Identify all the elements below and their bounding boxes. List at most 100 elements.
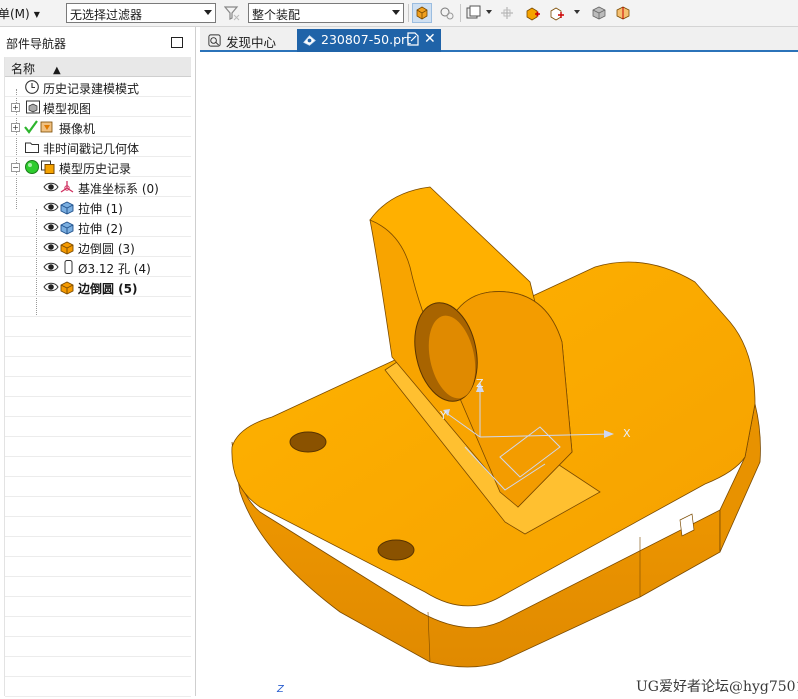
visibility-eye-icon[interactable] bbox=[43, 259, 59, 275]
axis-label-z: Z bbox=[476, 377, 484, 390]
model-views-icon bbox=[25, 99, 41, 115]
empty-tree-row bbox=[5, 377, 191, 397]
selection-filter-dropdown[interactable]: 无选择过滤器 bbox=[66, 3, 216, 23]
select-faces-icon[interactable] bbox=[437, 3, 457, 23]
extrude-icon bbox=[59, 219, 75, 235]
toolbar-separator bbox=[408, 4, 409, 22]
visibility-eye-icon[interactable] bbox=[43, 219, 59, 235]
snap-point-icon[interactable] bbox=[497, 3, 517, 23]
status-green-icon bbox=[24, 159, 40, 175]
tree-row[interactable]: 基准坐标系 (0) bbox=[5, 177, 191, 197]
document-tab-bar: 发现中心 230807-50.prt ✕ bbox=[200, 27, 798, 52]
empty-tree-row bbox=[5, 517, 191, 537]
watermark-text: UG爱好者论坛@hyg7501 bbox=[636, 679, 798, 695]
collapse-toggle[interactable]: − bbox=[11, 163, 20, 172]
empty-tree-row bbox=[5, 577, 191, 597]
mounting-hole bbox=[377, 539, 415, 561]
tree-row[interactable]: 边倒圆 (3) bbox=[5, 237, 191, 257]
empty-tree-row bbox=[5, 637, 191, 657]
graphics-viewport[interactable]: Z Y X Z UG爱好者论坛@hyg7501 bbox=[200, 52, 798, 696]
tree-row-label: 历史记录建模模式 bbox=[43, 82, 140, 96]
folder-icon bbox=[24, 139, 40, 155]
discovery-icon bbox=[207, 33, 222, 48]
select-features-icon[interactable] bbox=[412, 3, 432, 23]
empty-tree-row bbox=[5, 357, 191, 377]
edge-blend-icon bbox=[59, 279, 75, 295]
visibility-eye-icon[interactable] bbox=[43, 199, 59, 215]
tree-row-label: 拉伸 (2) bbox=[78, 222, 123, 236]
selection-filter-value: 无选择过滤器 bbox=[70, 8, 143, 22]
add-body-icon[interactable] bbox=[523, 3, 543, 23]
tree-row-label: 边倒圆 (3) bbox=[78, 242, 135, 256]
sort-ascending-icon[interactable]: ▲ bbox=[53, 65, 61, 76]
axis-label-y: Y bbox=[439, 409, 447, 422]
edge-blend-icon bbox=[59, 239, 75, 255]
empty-tree-row bbox=[5, 477, 191, 497]
tree-row[interactable]: 历史记录建模模式 bbox=[5, 77, 191, 97]
filter-funnel-icon[interactable] bbox=[222, 3, 242, 23]
menu-label: 菜单(M) bbox=[0, 7, 30, 21]
expand-toggle[interactable]: + bbox=[11, 123, 20, 132]
maximize-icon[interactable] bbox=[171, 37, 183, 48]
column-header-label: 名称 bbox=[11, 62, 36, 76]
checkmark-icon[interactable] bbox=[23, 119, 39, 135]
tab-discovery-center[interactable]: 发现中心 bbox=[202, 29, 294, 52]
chevron-down-icon[interactable] bbox=[486, 10, 492, 14]
section-view-icon[interactable] bbox=[613, 3, 633, 23]
tree-row[interactable]: − 模型历史记录 bbox=[5, 157, 191, 177]
mounting-hole bbox=[289, 431, 327, 453]
empty-tree-row bbox=[5, 497, 191, 517]
tree-row[interactable]: 边倒圆 (5) bbox=[5, 277, 191, 297]
part-navigator: 部件导航器 名称 ▲ 历史记录建模模式 + 模型视图 + 摄像机 非时间戳记几何体 bbox=[0, 27, 196, 697]
point-on-body-icon[interactable] bbox=[547, 3, 567, 23]
tree-row-label: 摄像机 bbox=[59, 122, 96, 136]
empty-tree-row bbox=[5, 557, 191, 577]
chevron-down-icon bbox=[204, 10, 212, 15]
visibility-eye-icon[interactable] bbox=[43, 239, 59, 255]
tab-part-file[interactable]: 230807-50.prt ✕ bbox=[297, 29, 441, 52]
visibility-eye-icon[interactable] bbox=[43, 279, 59, 295]
tab-label: 230807-50.prt bbox=[321, 32, 412, 47]
tree-row[interactable]: + 摄像机 bbox=[5, 117, 191, 137]
tree-row-label: 基准坐标系 (0) bbox=[78, 182, 159, 196]
model-history-icon bbox=[40, 159, 56, 175]
tree-row-label: 拉伸 (1) bbox=[78, 202, 123, 216]
empty-tree-row bbox=[5, 617, 191, 637]
shaded-view-icon[interactable] bbox=[589, 3, 609, 23]
menu-button[interactable]: 菜单(M)▼ bbox=[0, 5, 40, 21]
tree-row[interactable]: 非时间戳记几何体 bbox=[5, 137, 191, 157]
close-tab-icon[interactable]: ✕ bbox=[424, 31, 436, 47]
empty-tree-row bbox=[5, 297, 191, 317]
tree-row-label: 模型视图 bbox=[43, 102, 92, 116]
select-bodies-icon[interactable] bbox=[463, 3, 483, 23]
hole-icon bbox=[61, 259, 77, 275]
empty-tree-row bbox=[5, 537, 191, 557]
tree-row[interactable]: Ø3.12 孔 (4) bbox=[5, 257, 191, 277]
datum-csys-icon bbox=[59, 179, 75, 195]
tree-row[interactable]: + 模型视图 bbox=[5, 97, 191, 117]
empty-tree-row bbox=[5, 337, 191, 357]
chevron-down-icon bbox=[392, 10, 400, 15]
part-model-render[interactable]: Z Y X bbox=[200, 52, 798, 696]
navigator-title: 部件导航器 bbox=[6, 37, 67, 51]
chevron-down-icon[interactable] bbox=[574, 10, 580, 14]
tree-row[interactable]: 拉伸 (2) bbox=[5, 217, 191, 237]
axis-label-x: X bbox=[623, 427, 631, 440]
visibility-eye-icon[interactable] bbox=[43, 179, 59, 195]
empty-tree-row bbox=[5, 677, 191, 697]
empty-tree-row bbox=[5, 657, 191, 677]
assembly-scope-value: 整个装配 bbox=[252, 8, 301, 22]
camera-icon bbox=[39, 119, 55, 135]
name-column-header[interactable]: 名称 ▲ bbox=[5, 57, 191, 77]
tree-row-label: 模型历史记录 bbox=[59, 162, 132, 176]
expand-toggle[interactable]: + bbox=[11, 103, 20, 112]
tree-row-label: 边倒圆 (5) bbox=[78, 282, 138, 296]
modified-file-icon bbox=[407, 32, 419, 49]
assembly-scope-dropdown[interactable]: 整个装配 bbox=[248, 3, 404, 23]
top-toolbar: 菜单(M)▼ 无选择过滤器 整个装配 bbox=[0, 0, 798, 27]
empty-tree-row bbox=[5, 457, 191, 477]
tree-row-label: Ø3.12 孔 (4) bbox=[78, 262, 151, 276]
empty-tree-row bbox=[5, 317, 191, 337]
tree-row[interactable]: 拉伸 (1) bbox=[5, 197, 191, 217]
toolbar-separator bbox=[460, 4, 461, 22]
